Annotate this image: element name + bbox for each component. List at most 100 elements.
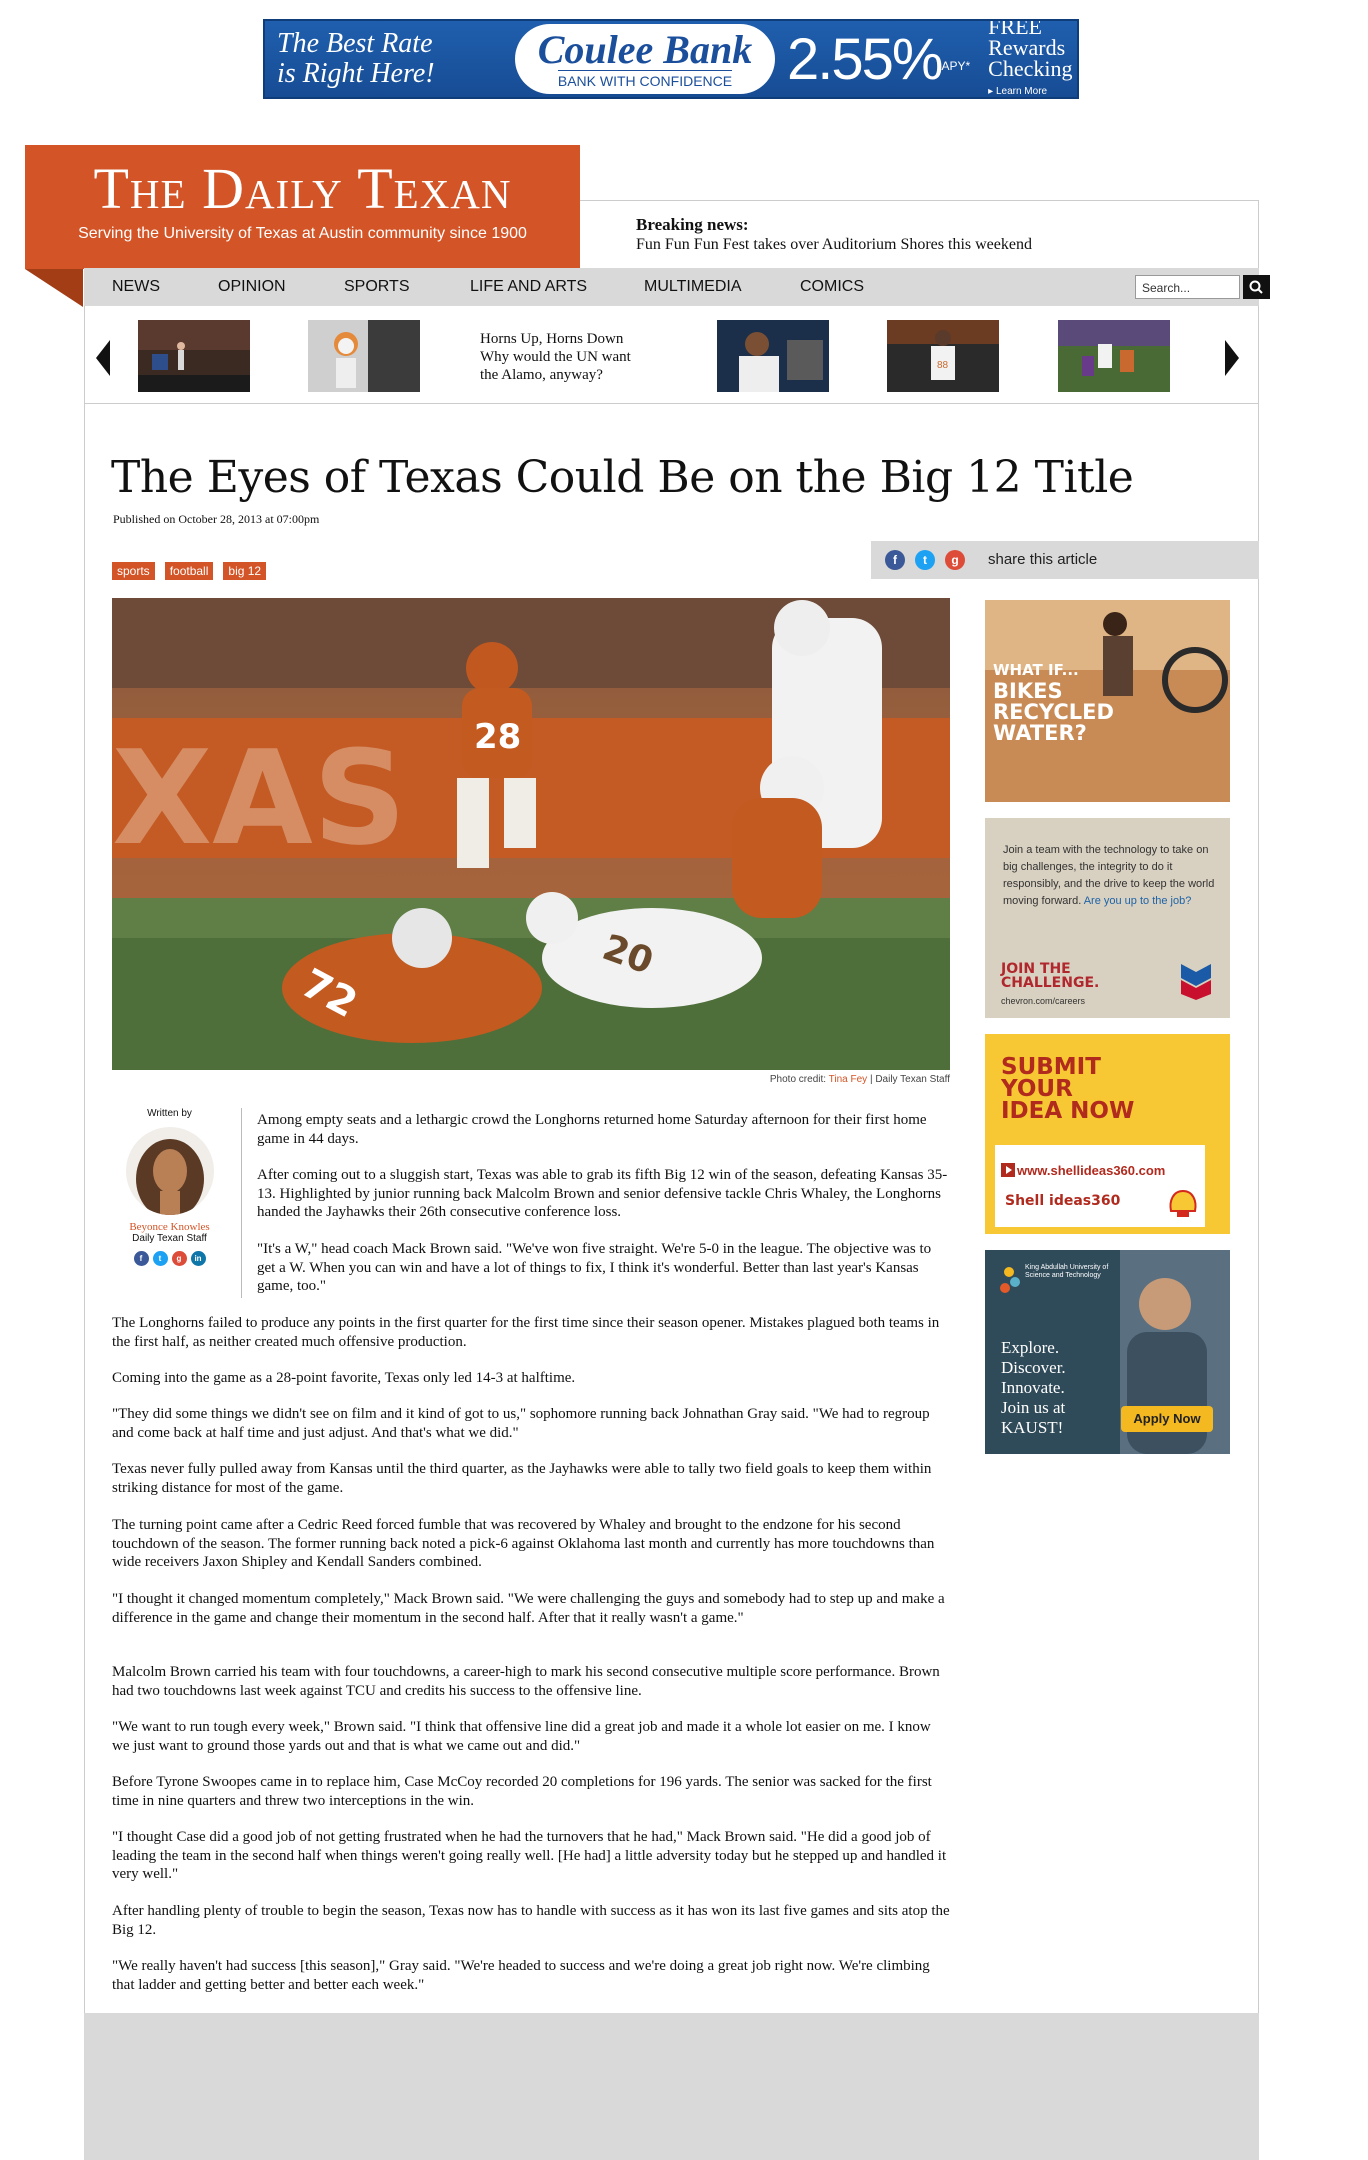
photo-credit-name[interactable]: Tina Fey — [829, 1074, 868, 1085]
search-input[interactable]: Search... — [1135, 275, 1240, 299]
ad-bikes-line1: WHAT IF... — [993, 661, 1079, 679]
author-facebook-icon[interactable]: f — [133, 1251, 149, 1266]
ad-free-checking: FREE Rewards Checking ▸ Learn More — [988, 21, 1073, 97]
carousel-thumb-game[interactable] — [1058, 320, 1170, 392]
ad-shell-headline: SUBMIT YOUR IDEA NOW — [1001, 1054, 1135, 1124]
nav-item-multimedia[interactable]: MULTIMEDIA — [644, 278, 741, 296]
carousel-thumb-robot[interactable] — [308, 320, 420, 392]
ad-bikes-headline: WHAT IF... BIKES RECYCLED WATER? — [993, 660, 1114, 744]
svg-text:XAS: XAS — [112, 722, 406, 874]
apply-now-button[interactable]: Apply Now — [1121, 1406, 1213, 1432]
ad-rate-value: 2.55% — [787, 26, 943, 92]
story-carousel: Horns Up, Horns Down Why would the UN wa… — [84, 306, 1259, 404]
ad-kaust-text: Explore. Discover. Innovate. Join us at … — [1001, 1338, 1066, 1438]
author-divider — [241, 1108, 242, 1298]
ad-shell-url: www.shellideas360.com — [1017, 1163, 1166, 1178]
shell-logo-icon — [1169, 1189, 1197, 1217]
breaking-news-link[interactable]: Fun Fun Fun Fest takes over Auditorium S… — [636, 236, 1259, 254]
sidebar-ad-bikes[interactable]: WHAT IF... BIKES RECYCLED WATER? — [985, 600, 1230, 802]
ad-rate-text: The Best Rate is Right Here! — [265, 29, 515, 89]
main-nav: NEWS OPINION SPORTS LIFE AND ARTS MULTIM… — [84, 268, 1270, 306]
google-plus-icon[interactable]: g — [945, 550, 965, 570]
page-footer — [84, 2013, 1259, 2160]
svg-text:28: 28 — [474, 717, 521, 757]
ad-shell-brand: Shell ideas360 — [1005, 1193, 1121, 1209]
ad-chevron-join-line1: JOIN THE — [1001, 961, 1071, 977]
article-paragraph: "I thought Case did a good job of not ge… — [112, 1829, 947, 1882]
photo-credit-suffix: | Daily Texan Staff — [867, 1074, 950, 1085]
article-paragraph: The turning point came after a Cedric Re… — [112, 1517, 935, 1570]
breaking-news: Breaking news: Fun Fun Fun Fest takes ov… — [580, 200, 1259, 268]
ad-learn-more-link[interactable]: ▸ Learn More — [988, 81, 1072, 97]
article-paragraph: After handling plenty of trouble to begi… — [112, 1903, 950, 1938]
article-paragraph: Among empty seats and a lethargic crowd … — [257, 1112, 927, 1147]
article-paragraph: Before Tyrone Swoopes came in to replace… — [112, 1774, 932, 1809]
nav-item-sports[interactable]: SPORTS — [344, 278, 410, 296]
article-paragraph: "They did some things we didn't see on f… — [112, 1406, 930, 1441]
carousel-thumb-chef[interactable] — [717, 320, 829, 392]
ad-bikes-line3: RECYCLED — [993, 700, 1114, 724]
carousel-text-link[interactable]: Horns Up, Horns Down Why would the UN wa… — [480, 330, 631, 384]
ad-kaust-org: King Abdullah University of Science and … — [1025, 1264, 1109, 1279]
nav-item-news[interactable]: NEWS — [112, 278, 160, 296]
carousel-text-line2: Why would the UN want — [480, 349, 631, 365]
article-tags: sports football big 12 — [112, 562, 267, 580]
author-box: Written by Beyonce Knowles Daily Texan S… — [112, 1108, 227, 1266]
ad-shell-card: www.shellideas360.com Shell ideas360 — [995, 1145, 1205, 1227]
ad-chevron-join-line2: CHALLENGE. — [1001, 975, 1100, 991]
ad-rate-line1: The Best Rate — [277, 28, 433, 59]
author-google-plus-icon[interactable]: g — [171, 1251, 187, 1266]
article-paragraph: "I thought it changed momentum completel… — [112, 1591, 945, 1626]
ad-free-line2: Rewards — [988, 35, 1066, 60]
tag-football[interactable]: football — [164, 562, 214, 580]
top-banner-ad[interactable]: The Best Rate is Right Here! Coulee Bank… — [263, 19, 1079, 99]
ad-bikes-line2: BIKES — [993, 679, 1063, 703]
share-label: share this article — [988, 551, 1098, 568]
article-paragraph: After coming out to a sluggish start, Te… — [257, 1167, 948, 1220]
ad-free-line3: Checking — [988, 56, 1073, 81]
tag-big-12[interactable]: big 12 — [223, 562, 267, 580]
ad-chevron-url: chevron.com/careers — [1001, 996, 1086, 1006]
author-written-by: Written by — [147, 1108, 192, 1119]
ad-apy: APY* — [941, 59, 971, 73]
tag-sports[interactable]: sports — [112, 562, 155, 580]
carousel-next-arrow-icon[interactable] — [1225, 340, 1239, 376]
avatar[interactable] — [125, 1127, 214, 1215]
author-staff: Daily Texan Staff — [132, 1233, 207, 1244]
search-icon — [1249, 280, 1263, 294]
chevron-logo-icon — [1181, 964, 1211, 1000]
ad-bank-name: Coulee Bank — [537, 26, 753, 72]
ad-kaust-line3: Innovate. — [1001, 1378, 1065, 1397]
author-name[interactable]: Beyonce Knowles — [112, 1221, 227, 1233]
carousel-thumb-speaker[interactable] — [138, 320, 250, 392]
carousel-thumb-player[interactable]: 88 — [887, 320, 999, 392]
article-paragraph: Coming into the game as a 28-point favor… — [112, 1370, 576, 1386]
sidebar-ad-kaust[interactable]: King Abdullah University of Science and … — [985, 1250, 1230, 1454]
ad-kaust-line5: KAUST! — [1001, 1418, 1064, 1437]
author-linkedin-icon[interactable]: in — [190, 1251, 206, 1266]
site-logo[interactable]: The Daily Texan Serving the University o… — [25, 145, 580, 269]
ad-shell-line3: IDEA NOW — [1001, 1098, 1135, 1124]
facebook-icon[interactable]: f — [885, 550, 905, 570]
ad-bikes-line4: WATER? — [993, 721, 1087, 745]
nav-item-life-and-arts[interactable]: LIFE AND ARTS — [470, 278, 587, 296]
article-paragraph: "It's a W," head coach Mack Brown said. … — [257, 1241, 932, 1294]
article-published-date: Published on October 28, 2013 at 07:00pm — [113, 512, 320, 526]
sidebar-ad-chevron[interactable]: Join a team with the technology to take … — [985, 818, 1230, 1018]
article-paragraph: Texas never fully pulled away from Kansa… — [112, 1461, 932, 1496]
article-paragraph: Malcolm Brown carried his team with four… — [112, 1664, 940, 1699]
carousel-prev-arrow-icon[interactable] — [96, 340, 110, 376]
logo-ribbon-fold — [25, 269, 83, 307]
nav-item-comics[interactable]: COMICS — [800, 278, 864, 296]
search-button[interactable] — [1243, 275, 1270, 299]
ad-shell-line1: SUBMIT — [1001, 1054, 1101, 1080]
twitter-icon[interactable]: t — [915, 550, 935, 570]
ad-chevron-join: JOIN THE CHALLENGE. — [1001, 962, 1099, 990]
article-hero-photo: XAS 28 72 20 — [112, 598, 950, 1070]
nav-item-opinion[interactable]: OPINION — [218, 278, 286, 296]
author-social-links: f t g in — [112, 1251, 227, 1266]
ad-rate-line2: is Right Here! — [277, 58, 435, 89]
play-icon — [1001, 1163, 1015, 1177]
sidebar-ad-shell[interactable]: SUBMIT YOUR IDEA NOW www.shellideas360.c… — [985, 1034, 1230, 1234]
author-twitter-icon[interactable]: t — [152, 1251, 168, 1266]
